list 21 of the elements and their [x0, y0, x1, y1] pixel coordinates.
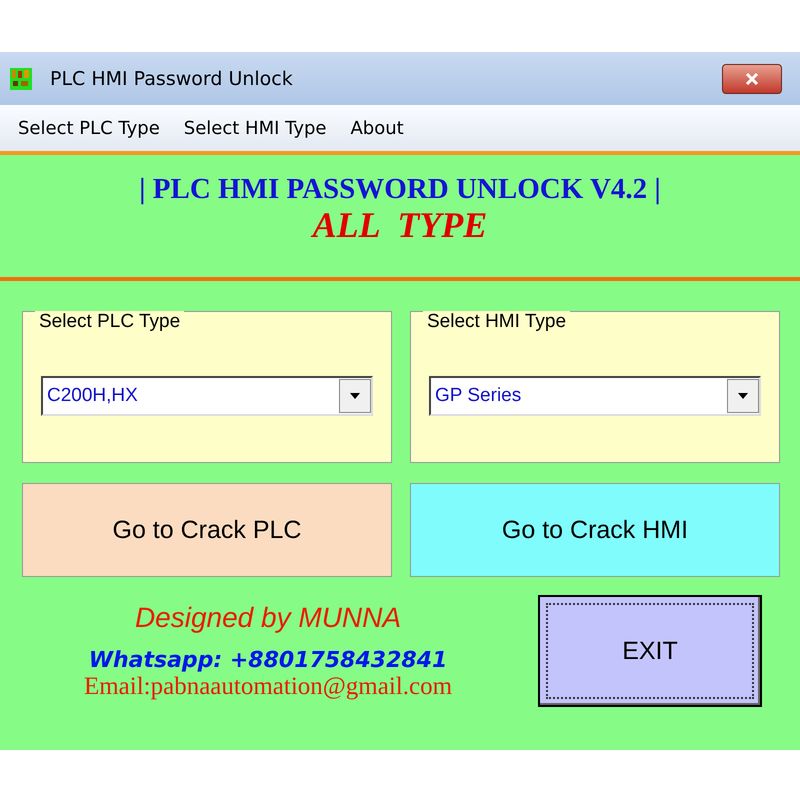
- group-label: Select PLC Type: [35, 311, 184, 333]
- app-subheading: ALL TYPE: [312, 206, 488, 246]
- crack-button[interactable]: Go to Crack PLC: [22, 483, 392, 577]
- dropdown-arrow-icon: [738, 393, 748, 399]
- designer-credit: Designed by MUNNA: [134, 602, 402, 634]
- app-icon: [10, 68, 32, 90]
- window-title: PLC HMI Password Unlock: [50, 68, 294, 90]
- close-button[interactable]: [722, 64, 782, 94]
- menu-item[interactable]: Select HMI Type: [174, 118, 336, 138]
- crack-button[interactable]: Go to Crack HMI: [410, 483, 780, 577]
- menu-item[interactable]: About: [340, 118, 414, 138]
- whatsapp-number: Whatsapp: +8801758432841: [88, 648, 448, 672]
- email-address: Email:pabnaautomation@gmail.com: [84, 672, 452, 700]
- dropdown-field[interactable]: C200H,HX: [41, 376, 373, 416]
- dropdown-arrow-icon: [350, 393, 360, 399]
- exit-button[interactable]: EXIT: [538, 595, 762, 707]
- close-icon: [745, 72, 759, 84]
- dropdown-field[interactable]: GP Series: [429, 376, 761, 416]
- menu-item[interactable]: Select PLC Type: [8, 118, 170, 138]
- app-heading: | PLC HMI PASSWORD UNLOCK V4.2 |: [139, 173, 661, 206]
- group-label: Select HMI Type: [423, 311, 570, 333]
